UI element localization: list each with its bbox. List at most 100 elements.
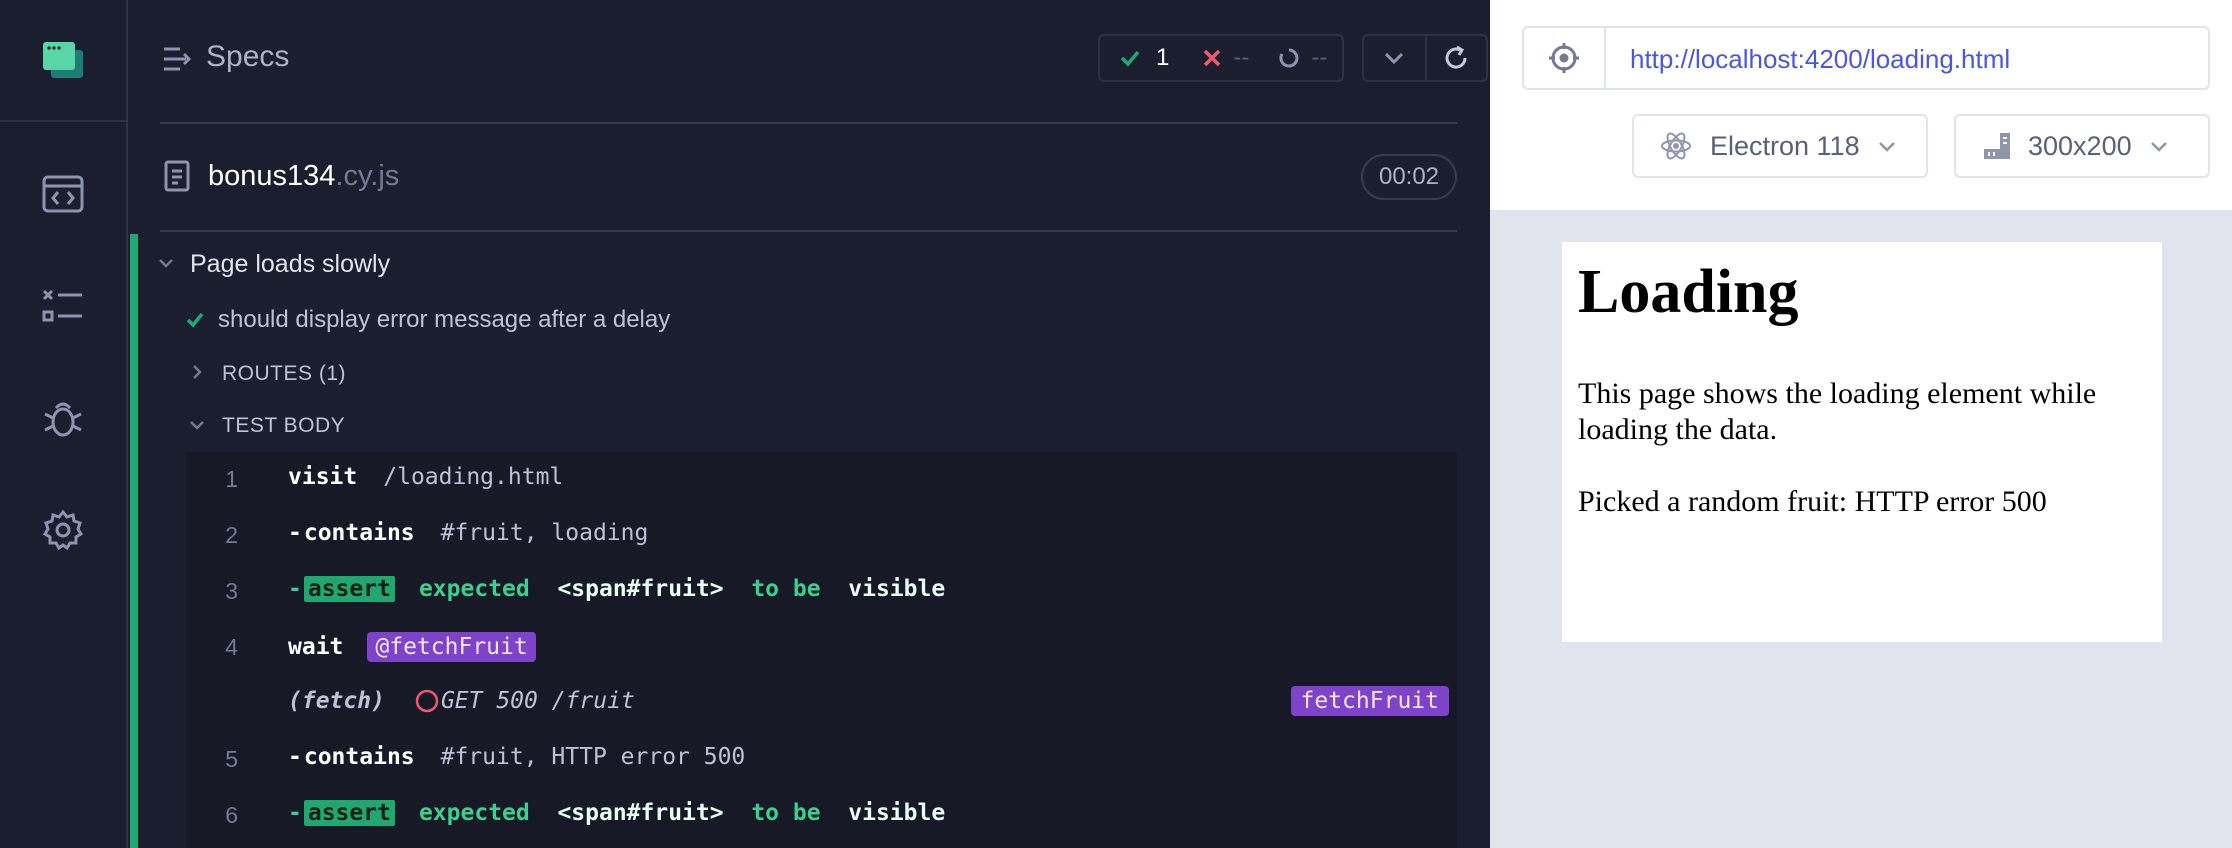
selector-playground-button[interactable] xyxy=(1524,28,1606,88)
command-log: 1 visit /loading.html 2 - contains #frui… xyxy=(186,452,1457,848)
assert-verb: to be xyxy=(751,576,821,602)
chevron-right-icon[interactable] xyxy=(192,364,202,380)
specs-title: Specs xyxy=(206,40,290,73)
test-list-icon xyxy=(42,289,82,322)
nav-specs-button[interactable] xyxy=(0,158,126,230)
command-row[interactable]: 2 - contains #fruit, loading xyxy=(186,508,1457,564)
spec-duration: 00:02 xyxy=(1361,154,1457,200)
command-row[interactable]: 5 - contains #fruit, HTTP error 500 xyxy=(186,732,1457,788)
gear-icon xyxy=(43,510,83,550)
page-heading: Loading xyxy=(1578,258,1799,326)
command-message: #fruit, loading xyxy=(440,520,649,546)
passed-count: 1 xyxy=(1156,44,1170,71)
code-browser-icon xyxy=(42,175,84,213)
assert-subject: <span#fruit> xyxy=(557,800,724,826)
aut-iframe: Loading This page shows the loading elem… xyxy=(1562,242,2162,642)
nav-settings-button[interactable] xyxy=(0,494,126,566)
url-text[interactable]: http://localhost:4200/loading.html xyxy=(1630,44,2010,75)
command-row[interactable]: 4 wait @fetchFruit xyxy=(186,620,1457,676)
specs-list-icon[interactable] xyxy=(162,46,192,72)
pending-count: -- xyxy=(1311,44,1328,71)
alias-badge[interactable]: @fetchFruit xyxy=(367,632,536,662)
command-row[interactable]: 1 visit /loading.html xyxy=(186,452,1457,508)
chevron-down-icon xyxy=(2150,141,2167,152)
fetch-message: GET 500 /fruit xyxy=(440,688,635,714)
command-name: contains xyxy=(303,744,415,770)
reporter-panel: Specs 1 -- -- bonus134.cy.js 00:02 Page … xyxy=(130,0,1490,848)
rerun-button[interactable] xyxy=(1424,36,1486,80)
chevron-down-icon[interactable] xyxy=(158,258,174,268)
assert-value: visible xyxy=(848,800,946,826)
test-stats: 1 -- -- xyxy=(1098,34,1344,82)
assert-badge: assert xyxy=(303,576,395,602)
crosshair-icon xyxy=(1549,43,1579,73)
command-name: wait xyxy=(288,634,344,660)
spec-file-name: bonus134.cy.js xyxy=(208,160,399,193)
command-number: 2 xyxy=(225,522,238,548)
fetch-kind: (fetch) xyxy=(288,688,385,714)
suite-title[interactable]: Page loads slowly xyxy=(190,250,390,279)
ruler-icon xyxy=(1984,133,2010,159)
chevron-down-icon xyxy=(1385,52,1404,64)
nav-debug-button[interactable] xyxy=(0,382,126,454)
browser-label: Electron 118 xyxy=(1710,130,1860,161)
failed-stat: -- xyxy=(1203,44,1249,72)
test-area: Page loads slowly should display error m… xyxy=(130,234,1490,848)
collapse-all-button[interactable] xyxy=(1364,36,1425,80)
chevron-down-icon[interactable] xyxy=(189,420,205,430)
document-icon xyxy=(164,160,190,192)
command-number: 6 xyxy=(225,802,238,828)
spinner-icon xyxy=(1279,48,1299,68)
pass-status-bar xyxy=(130,234,138,848)
viewport-select[interactable]: 300x200 xyxy=(1954,114,2210,178)
url-bar: http://localhost:4200/loading.html xyxy=(1522,26,2210,90)
nav-runs-button[interactable] xyxy=(0,270,126,342)
check-icon xyxy=(186,312,204,328)
assert-value: visible xyxy=(848,576,946,602)
cypress-logo-icon xyxy=(43,42,83,78)
bug-icon xyxy=(44,402,82,437)
child-dash: - xyxy=(288,576,302,602)
routes-section[interactable]: ROUTES (1) xyxy=(222,362,346,386)
child-dash: - xyxy=(288,520,302,546)
x-icon xyxy=(1204,49,1221,67)
command-name: contains xyxy=(303,520,415,546)
test-title[interactable]: should display error message after a del… xyxy=(218,306,670,334)
assert-verb: to be xyxy=(751,800,821,826)
child-dash: - xyxy=(288,744,302,770)
sidebar xyxy=(0,0,128,848)
command-row[interactable]: 3 - assert expected <span#fruit> to be v… xyxy=(186,564,1457,620)
failed-count: -- xyxy=(1233,44,1250,71)
command-number: 1 xyxy=(225,466,238,492)
pending-stat: -- xyxy=(1279,44,1327,72)
test-body-section[interactable]: TEST BODY xyxy=(222,414,345,438)
fetch-row[interactable]: (fetch) GET 500 /fruit fetchFruit xyxy=(186,676,1457,732)
child-dash: - xyxy=(288,800,302,826)
electron-icon xyxy=(1661,132,1691,160)
browser-select[interactable]: Electron 118 xyxy=(1632,114,1928,178)
spec-file-ext: .cy.js xyxy=(335,160,400,192)
spec-file-row: bonus134.cy.js 00:02 xyxy=(160,124,1457,232)
chevron-down-icon xyxy=(1878,141,1895,152)
assert-subject: <span#fruit> xyxy=(557,576,724,602)
refresh-icon xyxy=(1446,45,1467,69)
reporter-controls xyxy=(1362,34,1488,82)
fetch-alias-badge[interactable]: fetchFruit xyxy=(1290,686,1449,716)
command-name: visit xyxy=(288,464,358,490)
viewport-label: 300x200 xyxy=(2028,130,2132,161)
command-row[interactable]: 6 - assert expected <span#fruit> to be v… xyxy=(186,788,1457,844)
fruit-result: Picked a random fruit: HTTP error 500 xyxy=(1578,485,2047,518)
aut-header: http://localhost:4200/loading.html Elect… xyxy=(1490,0,2232,210)
assert-expected: expected xyxy=(418,800,530,826)
command-number: 3 xyxy=(225,578,238,604)
command-message: /loading.html xyxy=(383,464,564,490)
assert-badge: assert xyxy=(303,800,395,826)
command-number: 4 xyxy=(225,634,238,660)
logo-area xyxy=(0,0,126,122)
check-icon xyxy=(1120,50,1140,67)
aut-panel: http://localhost:4200/loading.html Elect… xyxy=(1490,0,2232,848)
command-message: #fruit, HTTP error 500 xyxy=(440,744,746,770)
spec-file-base: bonus134 xyxy=(208,160,336,192)
command-number: 5 xyxy=(225,746,238,772)
specs-header: Specs 1 -- -- xyxy=(160,0,1488,124)
